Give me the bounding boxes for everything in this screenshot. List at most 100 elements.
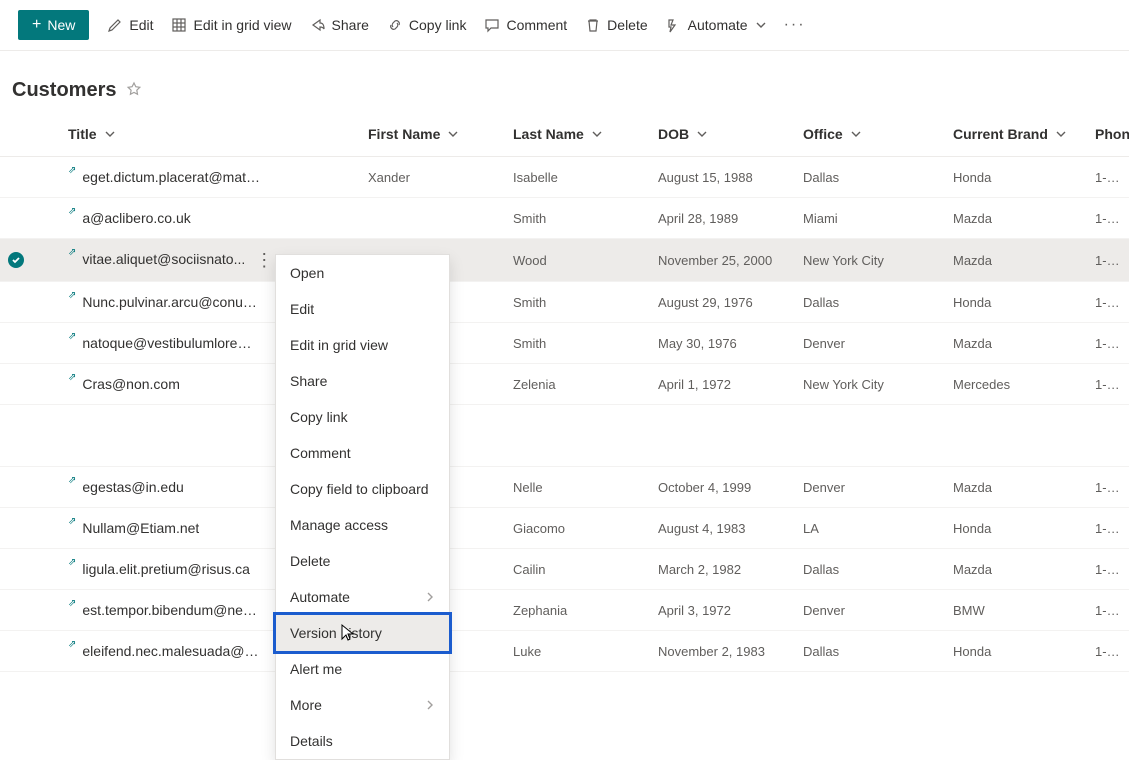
chevron-down-icon bbox=[756, 17, 766, 33]
cell-phone: 1-309- bbox=[1087, 239, 1129, 282]
cell-brand: BMW bbox=[945, 590, 1087, 631]
row-select[interactable] bbox=[0, 631, 60, 672]
column-dob[interactable]: DOB bbox=[650, 116, 795, 157]
select-all-header[interactable] bbox=[0, 116, 60, 157]
row-title: eleifend.nec.malesuada@atrisus.c bbox=[82, 643, 262, 659]
context-menu-item[interactable]: Open bbox=[276, 255, 449, 291]
context-menu-item[interactable]: Manage access bbox=[276, 507, 449, 543]
context-menu-item[interactable]: Share bbox=[276, 363, 449, 399]
copy-link-button[interactable]: Copy link bbox=[387, 17, 467, 33]
cell-phone: 1-102- bbox=[1087, 549, 1129, 590]
context-menu-item[interactable]: More bbox=[276, 687, 449, 723]
new-button[interactable]: + New bbox=[18, 10, 89, 40]
automate-button[interactable]: Automate bbox=[666, 17, 766, 33]
context-menu-item[interactable]: Edit in grid view bbox=[276, 327, 449, 363]
table-row[interactable]: ⇗Nunc.pulvinar.arcu@conubianostrSmithAug… bbox=[0, 282, 1129, 323]
comment-button[interactable]: Comment bbox=[484, 17, 567, 33]
grid-icon bbox=[171, 17, 187, 33]
table-row[interactable]: ⇗vitae.aliquet@sociisnato...⋮WoodNovembe… bbox=[0, 239, 1129, 282]
page-title: Customers bbox=[12, 79, 116, 102]
context-menu-item[interactable]: Automate bbox=[276, 579, 449, 615]
context-menu-item-label: More bbox=[290, 697, 322, 713]
trash-icon bbox=[585, 17, 601, 33]
cell-brand: Mazda bbox=[945, 239, 1087, 282]
table-row[interactable]: ⇗Cras@non.comZeleniaApril 1, 1972New Yor… bbox=[0, 364, 1129, 405]
cell-office: Miami bbox=[795, 198, 945, 239]
table-row[interactable]: ⇗est.tempor.bibendum@neccursusZephaniaAp… bbox=[0, 590, 1129, 631]
column-title[interactable]: Title bbox=[60, 116, 360, 157]
cell-office: Dallas bbox=[795, 549, 945, 590]
share-button[interactable]: Share bbox=[310, 17, 369, 33]
row-select[interactable] bbox=[0, 239, 60, 282]
column-phone[interactable]: Phon bbox=[1087, 116, 1129, 157]
more-actions-button[interactable]: ··· bbox=[784, 16, 806, 34]
context-menu-item[interactable]: Alert me bbox=[276, 651, 449, 687]
cell-office: Dallas bbox=[795, 157, 945, 198]
table-row[interactable]: ⇗ligula.elit.pretium@risus.caCailinMarch… bbox=[0, 549, 1129, 590]
row-select[interactable] bbox=[0, 157, 60, 198]
title-cell[interactable]: ⇗eget.dictum.placerat@mattis.ca bbox=[60, 157, 360, 198]
context-menu-item[interactable]: Version history bbox=[276, 615, 449, 651]
cell-brand: Mercedes bbox=[945, 364, 1087, 405]
context-menu-item[interactable]: Delete bbox=[276, 543, 449, 579]
share-label: Share bbox=[332, 17, 369, 33]
table-row[interactable]: ⇗Nullam@Etiam.netGiacomoAugust 4, 1983LA… bbox=[0, 508, 1129, 549]
cell-dob: April 3, 1972 bbox=[650, 590, 795, 631]
cell-dob: October 4, 1999 bbox=[650, 467, 795, 508]
cell-phone: 1-215- bbox=[1087, 590, 1129, 631]
cell-phone: 1-995- bbox=[1087, 157, 1129, 198]
cell-last-name: Nelle bbox=[505, 467, 650, 508]
cell-last-name: Smith bbox=[505, 323, 650, 364]
delete-button[interactable]: Delete bbox=[585, 17, 647, 33]
cell-phone: 1-500- bbox=[1087, 467, 1129, 508]
context-menu-item[interactable]: Details bbox=[276, 723, 449, 759]
table-row[interactable]: ⇗natoque@vestibulumlorem.eduSmithMay 30,… bbox=[0, 323, 1129, 364]
cell-first-name bbox=[360, 198, 505, 239]
chevron-right-icon bbox=[425, 589, 435, 605]
row-select[interactable] bbox=[0, 198, 60, 239]
edit-grid-button[interactable]: Edit in grid view bbox=[171, 17, 291, 33]
column-brand[interactable]: Current Brand bbox=[945, 116, 1087, 157]
context-menu-item[interactable]: Comment bbox=[276, 435, 449, 471]
row-select[interactable] bbox=[0, 323, 60, 364]
title-cell[interactable]: ⇗a@aclibero.co.uk bbox=[60, 198, 360, 239]
row-select[interactable] bbox=[0, 282, 60, 323]
favorite-star-icon[interactable] bbox=[126, 81, 142, 100]
cell-phone: 1-965- bbox=[1087, 282, 1129, 323]
cell-brand: Honda bbox=[945, 631, 1087, 672]
row-select[interactable] bbox=[0, 590, 60, 631]
column-office[interactable]: Office bbox=[795, 116, 945, 157]
shared-badge-icon: ⇗ bbox=[68, 290, 76, 301]
cell-first-name: Xander bbox=[360, 157, 505, 198]
context-menu-item-label: Copy link bbox=[290, 409, 348, 425]
cell-last-name: Smith bbox=[505, 282, 650, 323]
row-select[interactable] bbox=[0, 508, 60, 549]
shared-badge-icon: ⇗ bbox=[68, 206, 76, 217]
table-row[interactable]: ⇗eget.dictum.placerat@mattis.caXanderIsa… bbox=[0, 157, 1129, 198]
table-row[interactable]: ⇗eleifend.nec.malesuada@atrisus.cLukeNov… bbox=[0, 631, 1129, 672]
row-title: egestas@in.edu bbox=[82, 479, 183, 495]
table-row[interactable]: ⇗egestas@in.eduNelleOctober 4, 1999Denve… bbox=[0, 467, 1129, 508]
cell-dob: May 30, 1976 bbox=[650, 323, 795, 364]
cell-last-name: Zelenia bbox=[505, 364, 650, 405]
edit-label: Edit bbox=[129, 17, 153, 33]
cell-office: Denver bbox=[795, 323, 945, 364]
context-menu-item[interactable]: Edit bbox=[276, 291, 449, 327]
context-menu-item[interactable]: Copy field to clipboard bbox=[276, 471, 449, 507]
context-menu-item-label: Manage access bbox=[290, 517, 388, 533]
edit-button[interactable]: Edit bbox=[107, 17, 153, 33]
context-menu-item-label: Share bbox=[290, 373, 327, 389]
row-select[interactable] bbox=[0, 549, 60, 590]
column-last-name[interactable]: Last Name bbox=[505, 116, 650, 157]
shared-badge-icon: ⇗ bbox=[68, 372, 76, 383]
context-menu-item[interactable]: Copy link bbox=[276, 399, 449, 435]
column-first-name[interactable]: First Name bbox=[360, 116, 505, 157]
row-select[interactable] bbox=[0, 467, 60, 508]
row-title: Nunc.pulvinar.arcu@conubianostr bbox=[82, 294, 262, 310]
delete-label: Delete bbox=[607, 17, 647, 33]
table-row[interactable]: ⇗a@aclibero.co.ukSmithApril 28, 1989Miam… bbox=[0, 198, 1129, 239]
context-menu-item-label: Alert me bbox=[290, 661, 342, 677]
row-title: natoque@vestibulumlorem.edu bbox=[82, 335, 262, 351]
comment-icon bbox=[484, 17, 500, 33]
row-select[interactable] bbox=[0, 364, 60, 405]
